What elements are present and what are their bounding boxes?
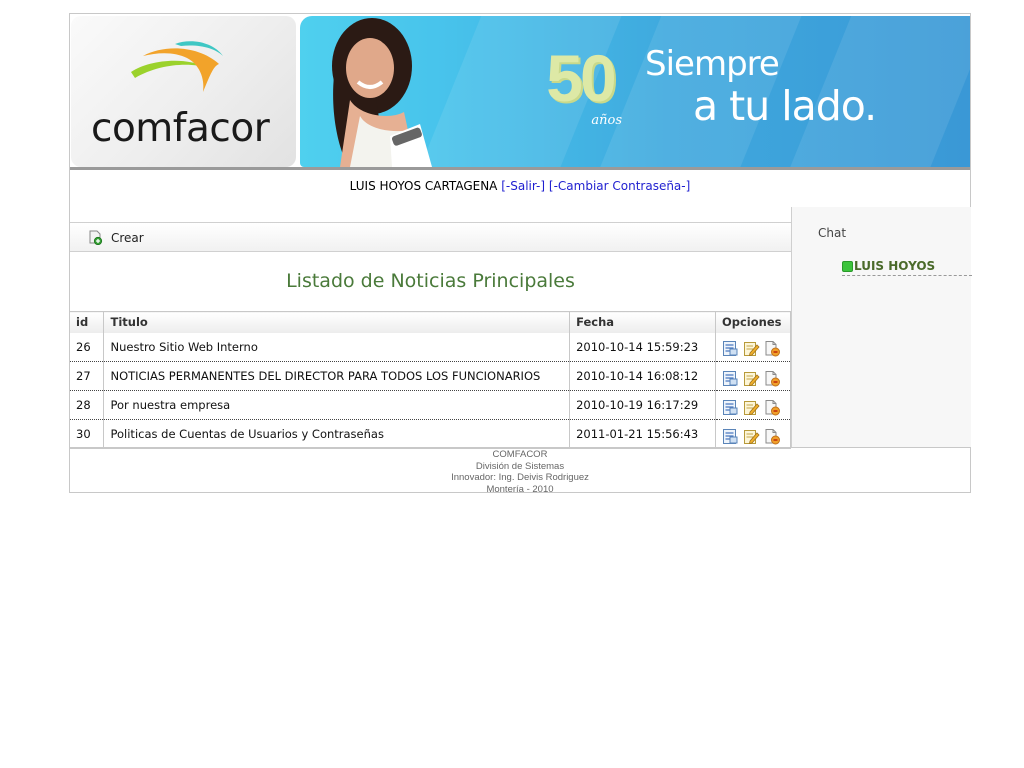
cell-title: Politicas de Cuentas de Usuarios y Contr… [103,419,571,449]
cell-date: 2011-01-21 15:56:43 [569,419,716,449]
cell-id: 30 [70,419,105,449]
column-header-date[interactable]: Fecha [569,311,716,333]
online-status-icon [842,260,853,272]
edit-icon[interactable] [743,370,760,387]
cell-options [715,390,792,420]
cell-options [715,361,792,391]
cell-date: 2010-10-14 15:59:23 [569,332,716,362]
table-row: 26 Nuestro Sitio Web Interno 2010-10-14 … [70,332,792,362]
chat-title: Chat [818,226,847,240]
cell-id: 27 [70,361,105,391]
table-header-row: id Titulo Fecha Opciones [70,311,792,333]
banner-model-image [332,18,432,167]
cell-options [715,332,792,362]
create-button[interactable]: Crear [88,230,144,245]
cell-id: 28 [70,390,105,420]
view-icon[interactable] [722,399,739,416]
user-bar: LUIS HOYOS CARTAGENA [-Salir-] [-Cambiar… [70,179,970,199]
view-icon[interactable] [722,428,739,445]
page-frame: comfacor 50 años Siempre a tu lado. LUIS… [69,13,972,495]
logo: comfacor [71,16,296,167]
footer-division: División de Sistemas [475,460,565,472]
footer-location: Montería - 2010 [486,483,554,495]
add-document-icon [89,230,103,245]
edit-icon[interactable] [743,340,760,357]
footer-company: COMFACOR [492,449,548,460]
cell-id: 26 [70,332,105,362]
edit-icon[interactable] [743,399,760,416]
edit-icon[interactable] [743,428,760,445]
cell-title: Por nuestra empresa [103,390,571,420]
delete-icon[interactable] [764,428,781,445]
chat-user-name: LUIS HOYOS [854,259,936,273]
footer: COMFACOR División de Sistemas Innovador:… [70,447,970,495]
column-header-options: Opciones [715,311,792,333]
news-table: id Titulo Fecha Opciones 26 Nuestro Siti… [70,311,792,449]
view-icon[interactable] [722,370,739,387]
column-header-title[interactable]: Titulo [103,311,571,333]
anniversary-badge: 50 años [532,41,628,128]
logo-text: comfacor [91,106,270,151]
header-divider [70,167,970,170]
delete-icon[interactable] [764,370,781,387]
table-row: 30 Politicas de Cuentas de Usuarios y Co… [70,419,792,449]
cell-date: 2010-10-19 16:17:29 [569,390,716,420]
table-row: 27 NOTICIAS PERMANENTES DEL DIRECTOR PAR… [70,361,792,391]
column-header-id[interactable]: id [70,311,105,333]
footer-author: Innovador: Ing. Deivis Rodriguez [451,472,589,483]
change-password-link[interactable]: [-Cambiar Contraseña-] [549,179,690,193]
table-row: 28 Por nuestra empresa 2010-10-19 16:17:… [70,390,792,420]
logout-link[interactable]: [-Salir-] [501,179,545,193]
delete-icon[interactable] [764,340,781,357]
slogan-line2: a tu lado. [693,82,877,130]
delete-icon[interactable] [764,399,781,416]
toolbar: Crear [70,222,791,252]
chat-panel: Chat LUIS HOYOS [791,207,972,447]
cell-title: NOTICIAS PERMANENTES DEL DIRECTOR PARA T… [103,361,571,391]
user-name: LUIS HOYOS CARTAGENA [349,179,498,193]
create-label: Crear [111,230,144,245]
cell-options [715,419,792,449]
chat-user-item[interactable]: LUIS HOYOS [842,259,972,276]
banner: 50 años Siempre a tu lado. [300,16,970,167]
cell-title: Nuestro Sitio Web Interno [103,332,571,362]
page-title: Listado de Noticias Principales [286,270,575,292]
header: comfacor 50 años Siempre a tu lado. [70,14,970,170]
view-icon[interactable] [722,340,739,357]
cell-date: 2010-10-14 16:08:12 [569,361,716,391]
slogan-line1: Siempre [645,44,780,84]
logo-swoosh-icon [131,41,223,92]
